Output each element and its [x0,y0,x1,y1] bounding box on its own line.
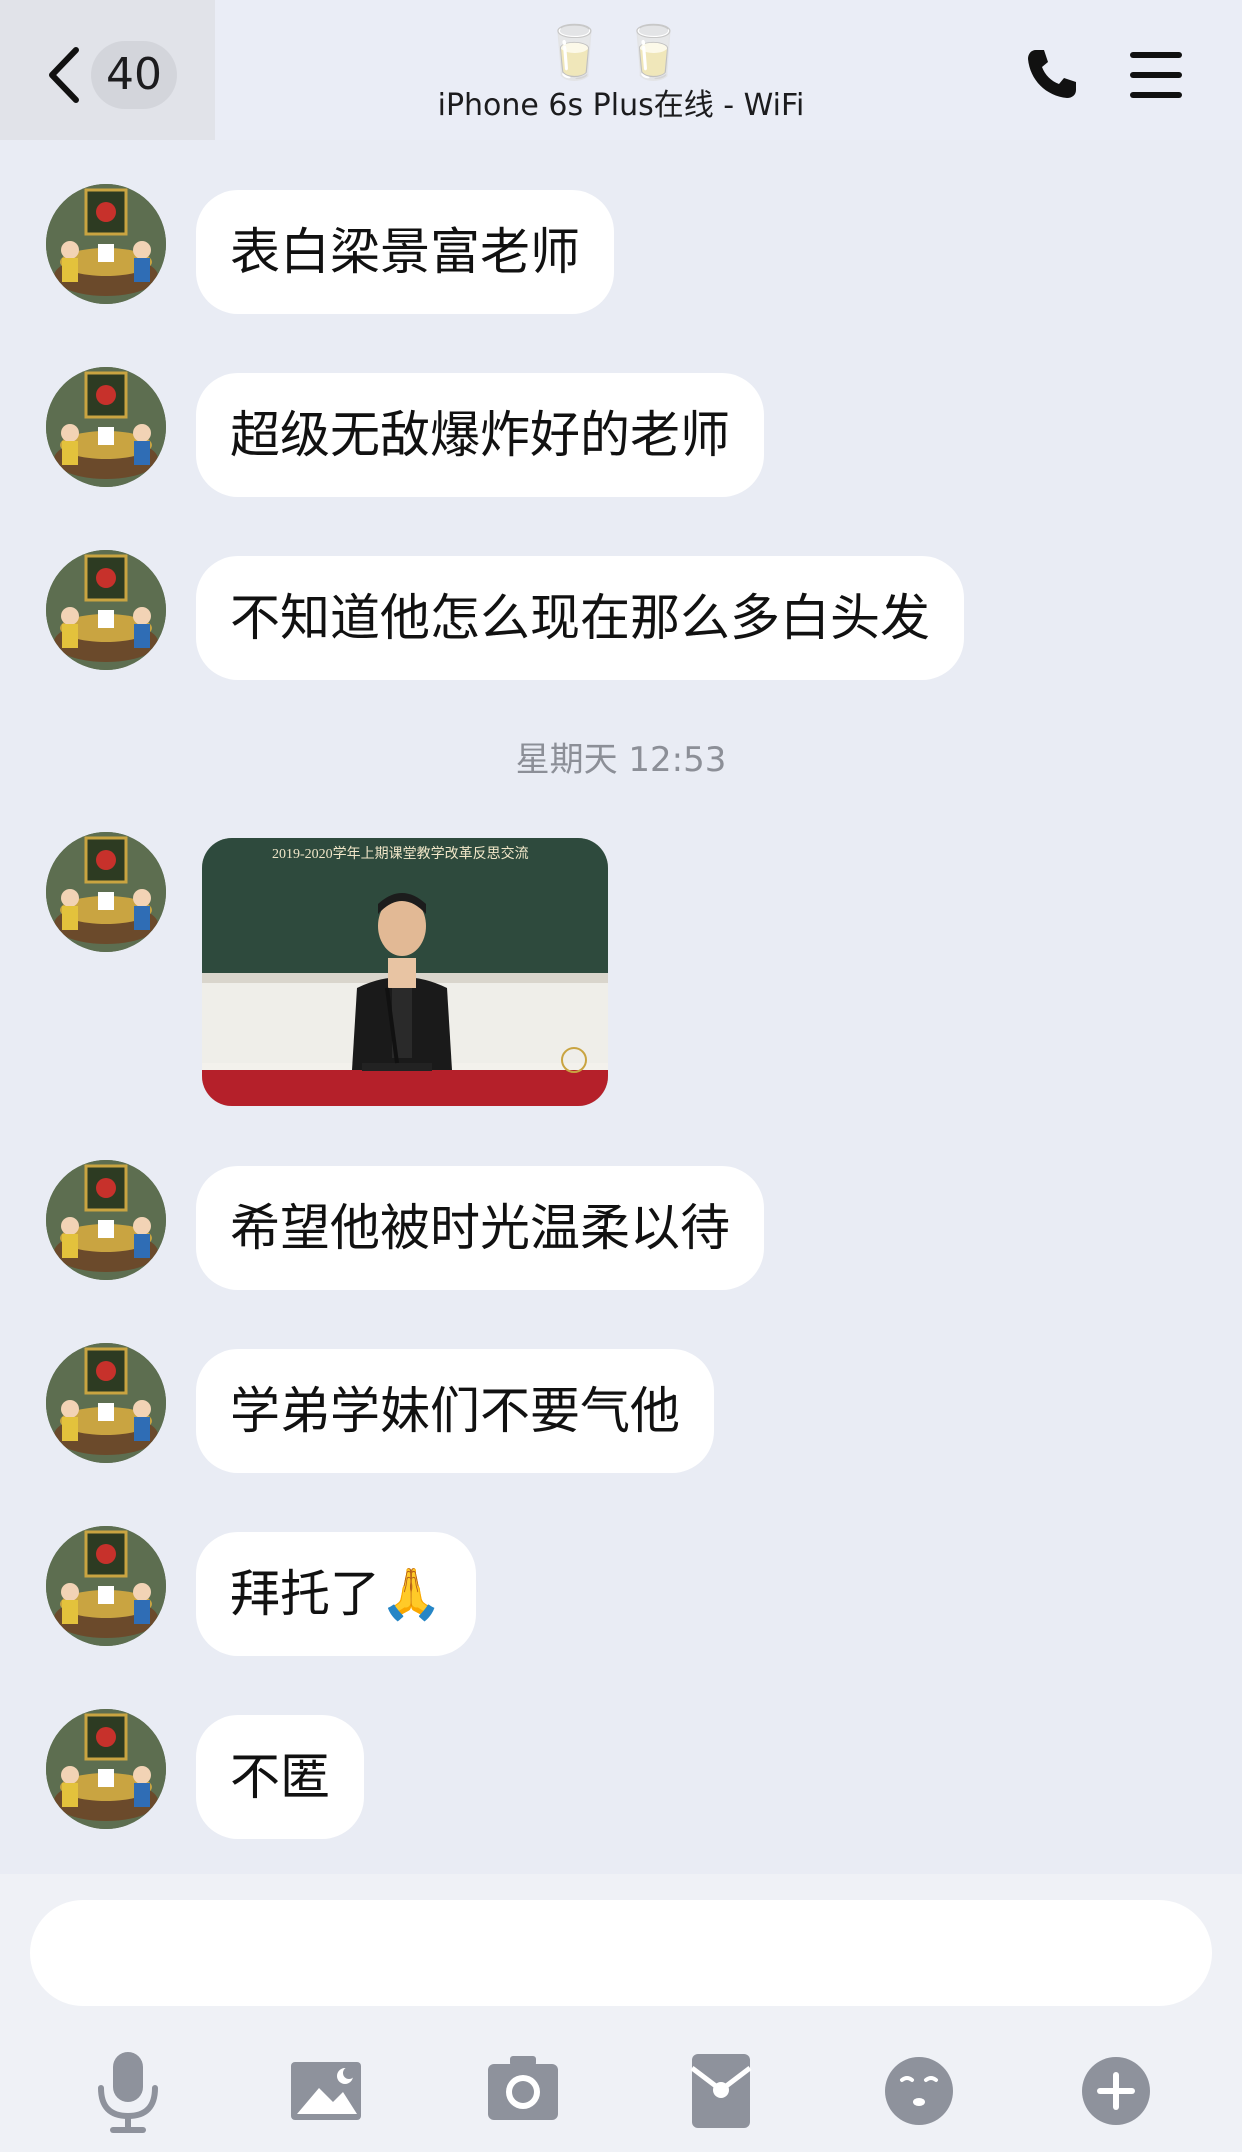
message-bubble[interactable]: 拜托了🙏 [196,1532,477,1656]
emoji-icon [885,2057,953,2125]
plus-icon [1082,2057,1150,2125]
message-bubble[interactable]: 超级无敌爆炸好的老师 [196,373,764,497]
image-message[interactable]: 2019-2020学年上期课堂教学改革反思交流 [202,838,608,1106]
message-bubble[interactable]: 希望他被时光温柔以待 [196,1166,764,1290]
red-packet-button[interactable] [676,2046,766,2136]
message-bubble[interactable]: 学弟学妹们不要气他 [196,1349,714,1473]
message-bubble[interactable]: 表白梁景富老师 [196,190,614,314]
sender-avatar[interactable] [46,1526,166,1646]
menu-icon[interactable] [1128,50,1184,100]
message-input[interactable] [30,1900,1212,2006]
camera-icon [488,2056,558,2120]
sender-avatar[interactable] [46,367,166,487]
emoji-button[interactable] [874,2046,964,2136]
microphone-icon [98,2052,158,2133]
sender-avatar[interactable] [46,1709,166,1829]
more-button[interactable] [1071,2046,1161,2136]
message-bubble[interactable]: 不匿 [196,1715,364,1839]
phone-call-icon[interactable] [1024,46,1080,102]
red-packet-icon [690,2054,752,2128]
sender-avatar[interactable] [46,1343,166,1463]
sender-avatar[interactable] [46,550,166,670]
blackboard-caption: 2019-2020学年上期课堂教学改革反思交流 [272,845,529,862]
image-icon [291,2062,361,2120]
sender-avatar[interactable] [46,184,166,304]
message-timestamp: 星期天 12:53 [515,740,727,780]
message-composer [0,1874,1242,2152]
sender-avatar[interactable] [46,1160,166,1280]
voice-button[interactable] [83,2046,173,2136]
message-bubble[interactable]: 不知道他怎么现在那么多白头发 [196,556,964,680]
chat-header: 40 🥛🥛 iPhone 6s Plus在线 - WiFi [0,0,1242,140]
camera-button[interactable] [478,2046,568,2136]
photo-button[interactable] [281,2046,371,2136]
sender-avatar[interactable] [46,832,166,952]
